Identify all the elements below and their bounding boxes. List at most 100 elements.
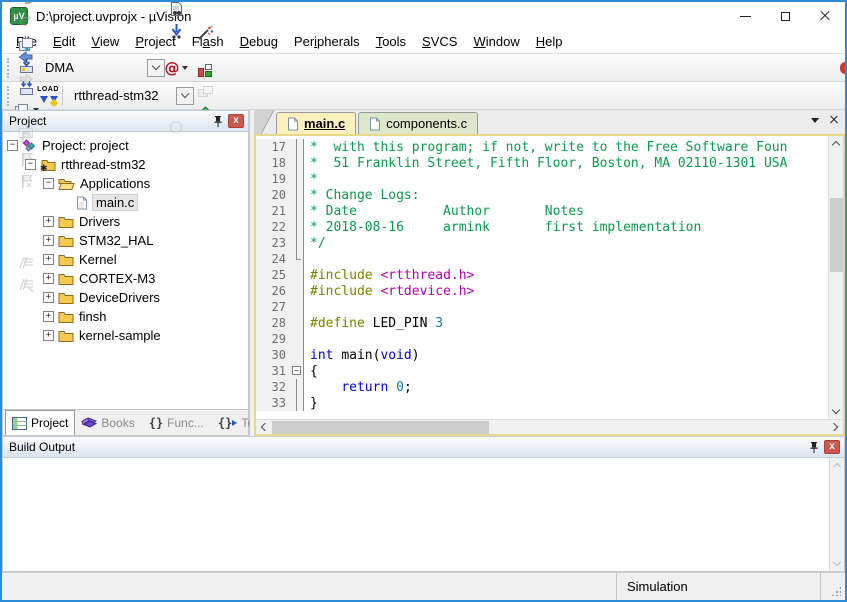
minimize-button[interactable] <box>725 2 765 30</box>
collapse-icon[interactable]: − <box>43 178 54 189</box>
menu-help[interactable]: Help <box>528 32 571 51</box>
tree-item-drivers[interactable]: +Drivers <box>3 212 248 231</box>
menu-window[interactable]: Window <box>465 32 527 51</box>
tab-main-c[interactable]: main.c <box>276 112 356 134</box>
menu-peripherals[interactable]: Peripherals <box>286 32 368 51</box>
line-number: 28 <box>256 315 290 331</box>
undo-button[interactable] <box>15 0 37 9</box>
document-tab-bar: main.c components.c <box>254 110 845 134</box>
tab-components-c[interactable]: components.c <box>358 112 478 134</box>
copy-screens-button[interactable] <box>194 81 216 103</box>
bookmark-clear-button[interactable] <box>15 171 37 193</box>
expand-icon[interactable]: + <box>43 292 54 303</box>
target-dropdown-button[interactable] <box>176 87 194 105</box>
panel-tab-func[interactable]: {}Func... <box>143 410 210 435</box>
breakpoint-disabled-button[interactable] <box>165 116 187 138</box>
menu-view[interactable]: View <box>83 32 127 51</box>
options-wand-button[interactable] <box>194 22 216 44</box>
manage-components-button[interactable] <box>194 59 216 81</box>
editor-vertical-scrollbar[interactable] <box>828 136 843 419</box>
menu-tools[interactable]: Tools <box>368 32 414 51</box>
output-vertical-scrollbar[interactable] <box>829 458 844 571</box>
code-line-22: 22* 2018-08-16 armink first implementati… <box>256 219 828 235</box>
tree-item-applications[interactable]: −Applications <box>3 174 248 193</box>
close-button[interactable] <box>805 2 845 30</box>
target-select-value[interactable]: rtthread-stm32 <box>66 88 176 103</box>
expand-icon[interactable]: + <box>43 216 54 227</box>
expand-icon[interactable]: + <box>43 235 54 246</box>
tree-item-kernel-sample[interactable]: +kernel-sample <box>3 326 248 345</box>
close-document-button[interactable] <box>829 115 839 125</box>
tree-item-devicedrivers[interactable]: + DeviceDrivers <box>3 288 248 307</box>
web-search-icon: @ <box>165 59 180 77</box>
tree-item-label: DeviceDrivers <box>79 290 160 305</box>
tree-item-rtthread-stm32[interactable]: −✱rtthread-stm32 <box>3 155 248 174</box>
scroll-left-button[interactable] <box>256 420 271 435</box>
bookmark-next-icon <box>19 152 33 167</box>
web-search-button[interactable]: @ <box>165 57 187 79</box>
build-output-header: Build Output x <box>2 436 845 458</box>
tree-item-kernel[interactable]: +Kernel <box>3 250 248 269</box>
toolbar-grip[interactable] <box>7 58 12 78</box>
code-text: int main(void) <box>304 348 420 363</box>
incremental-find-button[interactable] <box>165 20 187 42</box>
tree-item-project-project[interactable]: −Project: project <box>3 136 248 155</box>
translate-file-button[interactable] <box>15 33 37 55</box>
stop-build-button[interactable] <box>15 121 37 143</box>
menu-debug[interactable]: Debug <box>232 32 286 51</box>
build-output-content[interactable] <box>3 458 829 571</box>
expand-icon[interactable]: + <box>43 330 54 341</box>
bookmark-next-button[interactable] <box>15 149 37 171</box>
navigate-forward-button[interactable] <box>15 68 37 90</box>
editor-frame: 17* with this program; if not, write to … <box>254 134 845 436</box>
code-editor[interactable]: 17* with this program; if not, write to … <box>256 136 828 419</box>
project-panel-close-button[interactable]: x <box>228 114 244 128</box>
panel-tab-project[interactable]: Project <box>5 410 75 435</box>
code-text: } <box>304 396 318 411</box>
menu-edit[interactable]: Edit <box>45 32 83 51</box>
panel-tab-books[interactable]: Books <box>75 410 140 435</box>
scroll-down-button[interactable] <box>830 556 845 571</box>
resize-grip[interactable] <box>821 573 845 600</box>
pin-button[interactable] <box>212 115 224 128</box>
menu-svcs[interactable]: SVCS <box>414 32 465 51</box>
scrollbar-thumb[interactable] <box>272 421 489 434</box>
scroll-down-button[interactable] <box>829 404 844 419</box>
line-number: 24 <box>256 251 290 267</box>
build-output-close-button[interactable]: x <box>824 440 840 454</box>
uncomment-selection-button[interactable] <box>15 274 37 296</box>
tree-item-stm32-hal[interactable]: +STM32_HAL <box>3 231 248 250</box>
undo-icon <box>18 0 34 5</box>
target-combo[interactable]: rtthread-stm32 <box>66 86 194 106</box>
pin-button[interactable] <box>808 441 820 454</box>
tree-item-main-c[interactable]: main.c <box>3 193 248 212</box>
comment-selection-button[interactable] <box>15 252 37 274</box>
search-input[interactable]: DMA <box>37 60 147 75</box>
expand-icon[interactable]: + <box>43 254 54 265</box>
scroll-right-button[interactable] <box>828 420 843 435</box>
tab-list-dropdown[interactable] <box>811 118 819 123</box>
scroll-up-button[interactable] <box>830 458 845 473</box>
comment-selection-icon <box>18 256 34 270</box>
expand-icon[interactable]: + <box>43 311 54 322</box>
menu-bar: FileEditViewProjectFlashDebugPeripherals… <box>2 30 845 54</box>
expand-icon[interactable]: + <box>43 273 54 284</box>
fold-collapse-box[interactable]: − <box>290 363 304 379</box>
find-in-document-button[interactable] <box>165 0 187 20</box>
redo-button[interactable] <box>15 9 37 31</box>
tree-item-finsh[interactable]: +finsh <box>3 307 248 326</box>
search-combo[interactable]: DMA <box>37 58 165 78</box>
scrollbar-thumb[interactable] <box>830 198 843 272</box>
toolbar-grip-2[interactable] <box>7 86 12 106</box>
scroll-up-button[interactable] <box>829 136 844 151</box>
code-text: #include <rtdevice.h> <box>304 284 474 299</box>
title-bar: µV D:\project.uvprojx - µVision <box>2 2 845 30</box>
tree-item-cortex-m3[interactable]: +CORTEX-M3 <box>3 269 248 288</box>
download-button[interactable]: LOAD <box>37 85 59 107</box>
maximize-button[interactable] <box>765 2 805 30</box>
editor-horizontal-scrollbar[interactable] <box>256 419 843 434</box>
search-dropdown-button[interactable] <box>147 59 165 77</box>
line-number: 23 <box>256 235 290 251</box>
code-text: */ <box>304 236 326 251</box>
project-tree[interactable]: −Project: project−✱rtthread-stm32−Applic… <box>2 132 249 410</box>
